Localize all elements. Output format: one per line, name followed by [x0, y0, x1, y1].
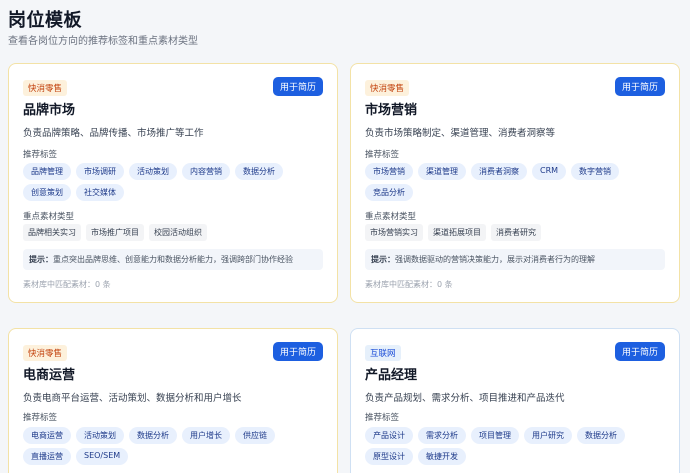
tip-prefix: 提示： [29, 255, 53, 264]
role-card-brand-marketing[interactable]: 快消零售 用于简历 品牌市场 负责品牌策略、品牌传播、市场推广等工作 推荐标签 … [8, 63, 338, 303]
tip-box: 提示：强调数据驱动的营销决策能力，展示对消费者行为的理解 [365, 249, 665, 270]
role-description: 负责电商平台运营、活动策划、数据分析和用户增长 [23, 393, 242, 404]
material-type: 市场营销实习 [365, 224, 423, 241]
match-value: 0 条 [437, 280, 453, 289]
material-type: 市场推广项目 [86, 224, 144, 241]
category-badge: 快消零售 [23, 80, 68, 96]
material-type: 校园活动组织 [149, 224, 207, 241]
use-for-resume-button[interactable]: 用于简历 [272, 342, 323, 361]
tag[interactable]: 项目管理 [471, 427, 519, 444]
material-list: 市场营销实习 渠道拓展项目 消费者研究 [365, 224, 669, 241]
tag[interactable]: 数据分析 [129, 427, 177, 444]
tag[interactable]: 数字营销 [571, 163, 620, 180]
role-description: 负责市场策略制定、渠道管理、消费者洞察等 [365, 128, 556, 139]
material-list: 品牌相关实习 市场推广项目 校园活动组织 [23, 224, 327, 241]
role-title: 市场营销 [365, 103, 418, 118]
tag[interactable]: 电商运营 [23, 427, 71, 444]
materials-heading: 重点素材类型 [365, 212, 417, 222]
tag[interactable]: 活动策划 [76, 427, 124, 444]
match-prefix: 素材库中匹配素材： [365, 280, 437, 289]
materials-heading: 重点素材类型 [23, 212, 75, 222]
category-badge: 互联网 [365, 345, 401, 361]
match-count: 素材库中匹配素材：0 条 [23, 279, 111, 290]
material-type: 渠道拓展项目 [428, 224, 486, 241]
tag[interactable]: 数据分析 [235, 163, 283, 180]
tag[interactable]: 活动策划 [129, 163, 177, 180]
tag[interactable]: 渠道管理 [418, 163, 466, 180]
role-title: 电商运营 [23, 368, 76, 383]
role-card-product-manager[interactable]: 互联网 用于简历 产品经理 负责产品规划、需求分析、项目推进和产品迭代 推荐标签… [350, 328, 680, 473]
tag[interactable]: CRM [532, 163, 567, 180]
tag[interactable]: 市场营销 [365, 163, 413, 180]
tag[interactable]: 用户研究 [524, 427, 572, 444]
tag[interactable]: 产品设计 [365, 427, 413, 444]
tip-text: 强调数据驱动的营销决策能力，展示对消费者行为的理解 [395, 255, 595, 264]
tag[interactable]: 市场调研 [76, 163, 124, 180]
use-for-resume-button[interactable]: 用于简历 [272, 77, 323, 96]
page-title: 岗位模板 [8, 10, 82, 31]
tip-prefix: 提示： [371, 255, 395, 264]
role-description: 负责品牌策略、品牌传播、市场推广等工作 [23, 128, 204, 139]
tags-heading: 推荐标签 [365, 150, 400, 160]
category-badge: 快消零售 [23, 345, 68, 361]
page-subtitle: 查看各岗位方向的推荐标签和重点素材类型 [8, 36, 198, 47]
use-for-resume-button[interactable]: 用于简历 [614, 77, 665, 96]
tag-list: 电商运营 活动策划 数据分析 用户增长 供应链 直播运营 SEO/SEM [23, 427, 327, 465]
match-count: 素材库中匹配素材：0 条 [365, 279, 453, 290]
role-description: 负责产品规划、需求分析、项目推进和产品迭代 [365, 393, 565, 404]
tags-heading: 推荐标签 [365, 413, 400, 423]
role-title: 产品经理 [365, 368, 418, 383]
use-for-resume-button[interactable]: 用于简历 [614, 342, 665, 361]
tag[interactable]: 内容营销 [182, 163, 230, 180]
tags-heading: 推荐标签 [23, 150, 58, 160]
tag[interactable]: 需求分析 [418, 427, 466, 444]
tag[interactable]: 创意策划 [23, 184, 71, 201]
tag[interactable]: 竞品分析 [365, 184, 413, 201]
tag[interactable]: 品牌管理 [23, 163, 71, 180]
tag[interactable]: 敏捷开发 [418, 448, 466, 465]
tag[interactable]: 消费者洞察 [471, 163, 527, 180]
category-badge: 快消零售 [365, 80, 410, 96]
role-card-marketing[interactable]: 快消零售 用于简历 市场营销 负责市场策略制定、渠道管理、消费者洞察等 推荐标签… [350, 63, 680, 303]
tag-list: 品牌管理 市场调研 活动策划 内容营销 数据分析 创意策划 社交媒体 [23, 163, 327, 201]
match-prefix: 素材库中匹配素材： [23, 280, 95, 289]
role-title: 品牌市场 [23, 103, 76, 118]
tag[interactable]: 数据分析 [577, 427, 625, 444]
tags-heading: 推荐标签 [23, 413, 58, 423]
material-type: 品牌相关实习 [23, 224, 81, 241]
tag-list: 市场营销 渠道管理 消费者洞察 CRM 数字营销 竞品分析 [365, 163, 669, 201]
tip-text: 重点突出品牌思维、创意能力和数据分析能力，强调跨部门协作经验 [53, 255, 293, 264]
material-type: 消费者研究 [491, 224, 541, 241]
tag[interactable]: 用户增长 [182, 427, 230, 444]
match-value: 0 条 [95, 280, 111, 289]
tag[interactable]: SEO/SEM [76, 448, 129, 465]
tip-box: 提示：重点突出品牌思维、创意能力和数据分析能力，强调跨部门协作经验 [23, 249, 323, 270]
tag[interactable]: 社交媒体 [76, 184, 124, 201]
tag[interactable]: 原型设计 [365, 448, 413, 465]
tag-list: 产品设计 需求分析 项目管理 用户研究 数据分析 原型设计 敏捷开发 [365, 427, 669, 465]
role-card-ecommerce-ops[interactable]: 快消零售 用于简历 电商运营 负责电商平台运营、活动策划、数据分析和用户增长 推… [8, 328, 338, 473]
tag[interactable]: 供应链 [235, 427, 275, 444]
tag[interactable]: 直播运营 [23, 448, 71, 465]
